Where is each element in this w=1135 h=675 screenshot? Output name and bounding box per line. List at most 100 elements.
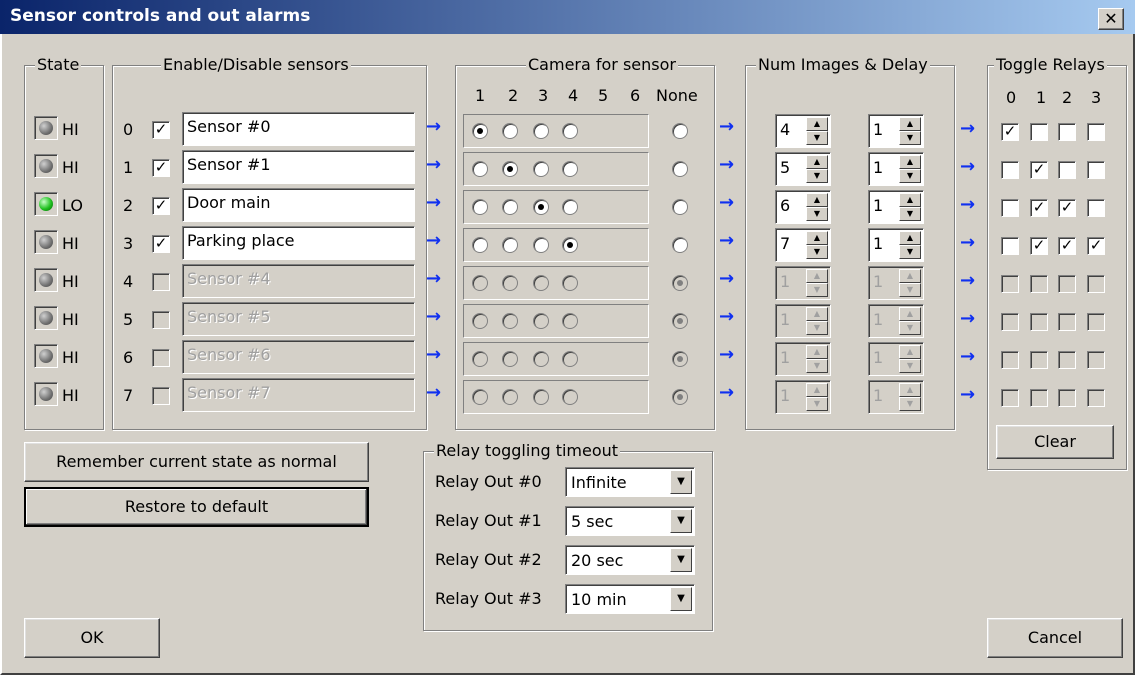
spin-down-icon[interactable]: ▼ [806,321,828,335]
spin-up-icon[interactable]: ▲ [806,307,828,321]
sensor-name-input-1[interactable]: Sensor #1 [182,150,415,184]
camera-radio-1-3[interactable] [533,161,549,177]
spinner-buttons[interactable]: ▲ ▼ [806,155,828,183]
camera-radio-1-1[interactable] [472,161,488,177]
spinner-buttons[interactable]: ▲ ▼ [806,345,828,373]
relay-checkbox-6-0[interactable] [1001,351,1019,369]
camera-radio-0-4[interactable] [562,123,578,139]
relay-checkbox-1-3[interactable] [1087,161,1105,179]
title-bar[interactable]: Sensor controls and out alarms ✕ [0,0,1135,34]
enable-checkbox-7[interactable] [152,387,170,405]
camera-radio-7-2[interactable] [502,389,518,405]
spin-down-icon[interactable]: ▼ [899,169,921,183]
spin-down-icon[interactable]: ▼ [899,283,921,297]
spin-down-icon[interactable]: ▼ [899,207,921,221]
relay-timeout-select-3[interactable]: 10 min ▼ [565,584,695,614]
camera-radio-3-2[interactable] [502,237,518,253]
spin-up-icon[interactable]: ▲ [899,307,921,321]
relay-checkbox-1-1[interactable]: ✓ [1030,161,1048,179]
sensor-name-input-6[interactable]: Sensor #6 [182,340,415,374]
num-images-spinner-1[interactable]: 5 ▲ ▼ [775,152,831,186]
spin-down-icon[interactable]: ▼ [806,131,828,145]
num-delay-spinner-6[interactable]: 1 ▲ ▼ [868,342,924,376]
spinner-buttons[interactable]: ▲ ▼ [806,269,828,297]
camera-radio-7-none[interactable] [672,389,688,405]
camera-radio-5-3[interactable] [533,313,549,329]
camera-radio-2-2[interactable] [502,199,518,215]
relay-checkbox-7-1[interactable] [1030,389,1048,407]
spin-down-icon[interactable]: ▼ [899,359,921,373]
enable-checkbox-1[interactable]: ✓ [152,159,170,177]
camera-radio-1-4[interactable] [562,161,578,177]
camera-radio-6-1[interactable] [472,351,488,367]
camera-radio-1-2[interactable] [502,161,518,177]
camera-radio-5-4[interactable] [562,313,578,329]
spinner-buttons[interactable]: ▲ ▼ [899,383,921,411]
spin-up-icon[interactable]: ▲ [806,345,828,359]
relay-checkbox-5-3[interactable] [1087,313,1105,331]
spin-up-icon[interactable]: ▲ [806,231,828,245]
relay-checkbox-6-2[interactable] [1058,351,1076,369]
relay-checkbox-2-2[interactable]: ✓ [1058,199,1076,217]
relay-checkbox-1-2[interactable] [1058,161,1076,179]
relay-checkbox-3-2[interactable]: ✓ [1058,237,1076,255]
close-button[interactable]: ✕ [1098,8,1124,30]
relay-checkbox-0-1[interactable] [1030,123,1048,141]
spinner-buttons[interactable]: ▲ ▼ [806,307,828,335]
camera-radio-2-none[interactable] [672,199,688,215]
camera-radio-6-2[interactable] [502,351,518,367]
ok-button[interactable]: OK [24,618,160,658]
relay-timeout-select-1[interactable]: 5 sec ▼ [565,506,695,536]
spin-up-icon[interactable]: ▲ [806,117,828,131]
num-images-spinner-3[interactable]: 7 ▲ ▼ [775,228,831,262]
spinner-buttons[interactable]: ▲ ▼ [899,193,921,221]
camera-radio-4-none[interactable] [672,275,688,291]
chevron-down-icon[interactable]: ▼ [670,587,692,611]
camera-radio-6-none[interactable] [672,351,688,367]
relay-checkbox-0-2[interactable] [1058,123,1076,141]
camera-radio-2-4[interactable] [562,199,578,215]
spin-down-icon[interactable]: ▼ [806,359,828,373]
camera-radio-0-none[interactable] [672,123,688,139]
spin-up-icon[interactable]: ▲ [806,383,828,397]
camera-radio-1-none[interactable] [672,161,688,177]
spin-down-icon[interactable]: ▼ [899,131,921,145]
spinner-buttons[interactable]: ▲ ▼ [806,193,828,221]
relay-checkbox-2-1[interactable]: ✓ [1030,199,1048,217]
num-delay-spinner-4[interactable]: 1 ▲ ▼ [868,266,924,300]
num-delay-spinner-1[interactable]: 1 ▲ ▼ [868,152,924,186]
spin-up-icon[interactable]: ▲ [899,231,921,245]
spin-down-icon[interactable]: ▼ [806,245,828,259]
relay-checkbox-4-3[interactable] [1087,275,1105,293]
relay-checkbox-4-2[interactable] [1058,275,1076,293]
spinner-buttons[interactable]: ▲ ▼ [806,231,828,259]
spinner-buttons[interactable]: ▲ ▼ [899,231,921,259]
relay-checkbox-7-3[interactable] [1087,389,1105,407]
num-images-spinner-5[interactable]: 1 ▲ ▼ [775,304,831,338]
sensor-name-input-4[interactable]: Sensor #4 [182,264,415,298]
camera-radio-4-2[interactable] [502,275,518,291]
num-images-spinner-7[interactable]: 1 ▲ ▼ [775,380,831,414]
sensor-name-input-7[interactable]: Sensor #7 [182,378,415,412]
enable-checkbox-6[interactable] [152,349,170,367]
enable-checkbox-0[interactable]: ✓ [152,121,170,139]
relay-checkbox-2-0[interactable] [1001,199,1019,217]
camera-radio-5-1[interactable] [472,313,488,329]
enable-checkbox-4[interactable] [152,273,170,291]
spinner-buttons[interactable]: ▲ ▼ [806,383,828,411]
chevron-down-icon[interactable]: ▼ [670,548,692,572]
num-images-spinner-4[interactable]: 1 ▲ ▼ [775,266,831,300]
camera-radio-5-2[interactable] [502,313,518,329]
relay-checkbox-5-2[interactable] [1058,313,1076,331]
spin-down-icon[interactable]: ▼ [899,321,921,335]
camera-radio-4-4[interactable] [562,275,578,291]
relay-checkbox-7-0[interactable] [1001,389,1019,407]
num-images-spinner-6[interactable]: 1 ▲ ▼ [775,342,831,376]
num-delay-spinner-2[interactable]: 1 ▲ ▼ [868,190,924,224]
relay-checkbox-5-0[interactable] [1001,313,1019,331]
spinner-buttons[interactable]: ▲ ▼ [899,269,921,297]
spin-down-icon[interactable]: ▼ [806,283,828,297]
num-delay-spinner-0[interactable]: 1 ▲ ▼ [868,114,924,148]
camera-radio-2-1[interactable] [472,199,488,215]
spin-up-icon[interactable]: ▲ [806,155,828,169]
